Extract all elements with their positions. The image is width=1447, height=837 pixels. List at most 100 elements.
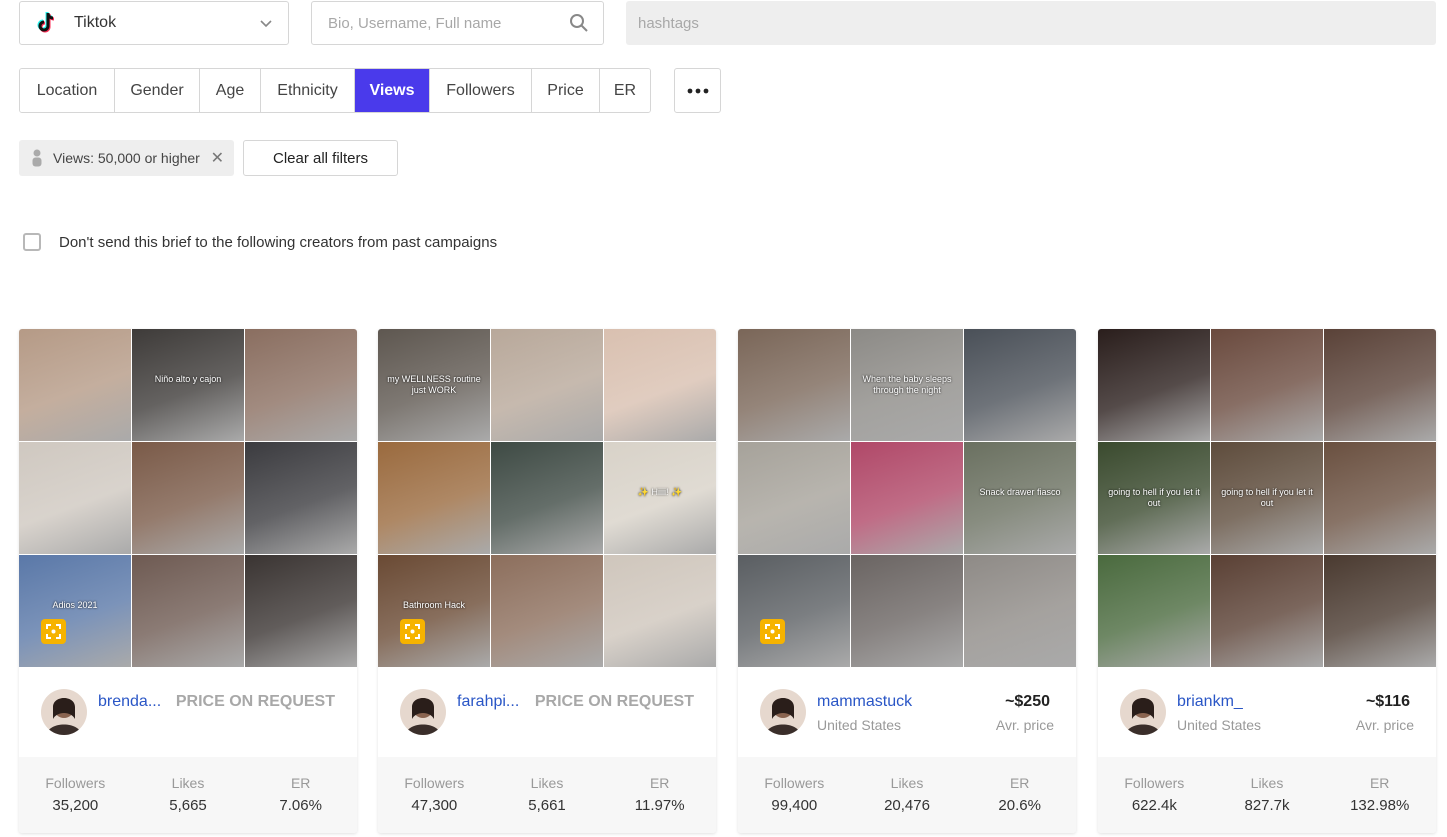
- video-thumbnail[interactable]: [851, 442, 963, 554]
- video-thumbnail[interactable]: [1324, 442, 1436, 554]
- video-thumbnail[interactable]: Adios 2021: [19, 555, 131, 667]
- thumbnail-grid: my WELLNESS routine just WORK ✨ Hiiii! ✨ B…: [378, 329, 716, 667]
- video-thumbnail[interactable]: [604, 329, 716, 441]
- avatar[interactable]: [760, 689, 806, 735]
- tiktok-icon: [37, 11, 55, 33]
- video-thumbnail[interactable]: ✨ Hiiii! ✨: [604, 442, 716, 554]
- video-thumbnail[interactable]: Snack drawer fiasco: [964, 442, 1076, 554]
- creator-price: PRICE ON REQUEST: [175, 693, 335, 710]
- video-thumbnail[interactable]: [378, 442, 490, 554]
- remove-filter-icon[interactable]: ✕: [211, 148, 224, 168]
- stat-value: 47,300: [411, 797, 458, 814]
- hashtags-input[interactable]: [638, 14, 1424, 32]
- video-thumbnail[interactable]: [851, 555, 963, 667]
- video-thumbnail[interactable]: [604, 555, 716, 667]
- stat-label: Followers: [1124, 775, 1185, 791]
- video-thumbnail[interactable]: [1211, 329, 1323, 441]
- exclude-past-checkbox[interactable]: [23, 233, 41, 251]
- video-thumbnail[interactable]: [738, 329, 850, 441]
- thumbnail-caption: When the baby sleeps through the night: [862, 373, 952, 395]
- tab-ethnicity[interactable]: Ethnicity: [261, 69, 355, 112]
- stat-value: 827.7k: [1244, 797, 1290, 814]
- stat-value: 11.97%: [634, 797, 685, 814]
- video-thumbnail[interactable]: [491, 442, 603, 554]
- person-icon: [32, 149, 42, 167]
- avatar[interactable]: [41, 689, 87, 735]
- hashtags-box: [626, 1, 1436, 45]
- creator-info: farahpi... PRICE ON REQUEST: [378, 667, 716, 757]
- price-caption: Avr. price: [995, 717, 1054, 733]
- highlight-badge-icon: [760, 619, 785, 644]
- tab-views[interactable]: Views: [355, 69, 430, 112]
- video-thumbnail[interactable]: my WELLNESS routine just WORK: [378, 329, 490, 441]
- video-thumbnail[interactable]: [132, 442, 244, 554]
- likes-stat: Likes 5,661: [491, 775, 604, 833]
- thumbnail-caption: Snack drawer fiasco: [979, 486, 1061, 497]
- video-thumbnail[interactable]: [245, 555, 357, 667]
- video-thumbnail[interactable]: [738, 555, 850, 667]
- filter-tabs: Location Gender Age Ethnicity Views Foll…: [19, 68, 651, 113]
- creator-card[interactable]: When the baby sleeps through the night Sn…: [738, 329, 1076, 833]
- tab-er[interactable]: ER: [600, 69, 650, 112]
- creator-username[interactable]: briankm_: [1177, 693, 1243, 711]
- followers-stat: Followers 47,300: [378, 775, 491, 833]
- video-thumbnail[interactable]: [491, 555, 603, 667]
- video-thumbnail[interactable]: When the baby sleeps through the night: [851, 329, 963, 441]
- platform-select[interactable]: Tiktok: [19, 1, 289, 45]
- video-thumbnail[interactable]: [132, 555, 244, 667]
- video-thumbnail[interactable]: Bathroom Hack: [378, 555, 490, 667]
- avatar[interactable]: [400, 689, 446, 735]
- creator-info: mammastuck United States ~$250 Avr. price: [738, 667, 1076, 757]
- video-thumbnail[interactable]: [245, 329, 357, 441]
- video-thumbnail[interactable]: [1211, 555, 1323, 667]
- video-thumbnail[interactable]: [1098, 329, 1210, 441]
- search-input[interactable]: [328, 14, 569, 32]
- followers-stat: Followers 622.4k: [1098, 775, 1211, 833]
- video-thumbnail[interactable]: [1324, 555, 1436, 667]
- active-filter-label: Views: 50,000 or higher: [53, 150, 200, 166]
- creator-username[interactable]: brenda...: [98, 693, 161, 711]
- video-thumbnail[interactable]: [1098, 555, 1210, 667]
- creator-stats: Followers 47,300 Likes 5,661 ER 11.97%: [378, 757, 716, 833]
- chevron-down-icon: [260, 20, 272, 28]
- more-dots-icon: [687, 88, 708, 93]
- creator-card[interactable]: Niño alto y cajon Adios 2021 brenda... PRIC…: [19, 329, 357, 833]
- more-filters-button[interactable]: [674, 68, 721, 113]
- stat-label: Followers: [45, 775, 106, 791]
- tab-followers[interactable]: Followers: [430, 69, 532, 112]
- creator-card[interactable]: my WELLNESS routine just WORK ✨ Hiiii! ✨ B…: [378, 329, 716, 833]
- video-thumbnail[interactable]: going to hell if you let it out: [1098, 442, 1210, 554]
- creator-stats: Followers 35,200 Likes 5,665 ER 7.06%: [19, 757, 357, 833]
- search-icon[interactable]: [569, 13, 589, 33]
- stat-label: Likes: [1250, 775, 1284, 791]
- creator-card[interactable]: going to hell if you let it out going to …: [1098, 329, 1436, 833]
- creator-username[interactable]: mammastuck: [817, 693, 912, 711]
- active-filter-chip: Views: 50,000 or higher ✕: [19, 140, 234, 176]
- video-thumbnail[interactable]: [19, 329, 131, 441]
- stat-value: 132.98%: [1350, 797, 1410, 814]
- video-thumbnail[interactable]: [964, 329, 1076, 441]
- video-thumbnail[interactable]: [964, 555, 1076, 667]
- creator-info: briankm_ United States ~$116 Avr. price: [1098, 667, 1436, 757]
- creator-price: ~$250: [1005, 693, 1050, 710]
- video-thumbnail[interactable]: [738, 442, 850, 554]
- thumbnail-grid: When the baby sleeps through the night Sn…: [738, 329, 1076, 667]
- stat-value: 99,400: [771, 797, 818, 814]
- video-thumbnail[interactable]: [491, 329, 603, 441]
- clear-all-filters-button[interactable]: Clear all filters: [243, 140, 398, 176]
- video-thumbnail[interactable]: [1324, 329, 1436, 441]
- tab-location[interactable]: Location: [20, 69, 115, 112]
- tab-gender[interactable]: Gender: [115, 69, 200, 112]
- creator-username[interactable]: farahpi...: [457, 693, 519, 711]
- video-thumbnail[interactable]: [19, 442, 131, 554]
- creator-stats: Followers 622.4k Likes 827.7k ER 132.98%: [1098, 757, 1436, 833]
- creator-price: PRICE ON REQUEST: [534, 693, 694, 710]
- tab-age[interactable]: Age: [200, 69, 261, 112]
- video-thumbnail[interactable]: [245, 442, 357, 554]
- video-thumbnail[interactable]: Niño alto y cajon: [132, 329, 244, 441]
- avatar[interactable]: [1120, 689, 1166, 735]
- search-box: [311, 1, 604, 45]
- video-thumbnail[interactable]: going to hell if you let it out: [1211, 442, 1323, 554]
- creator-country: United States: [817, 717, 902, 733]
- tab-price[interactable]: Price: [532, 69, 600, 112]
